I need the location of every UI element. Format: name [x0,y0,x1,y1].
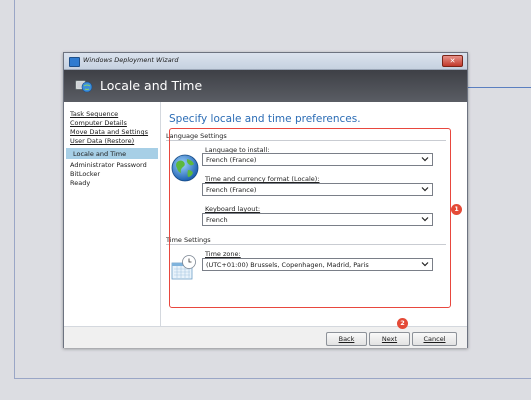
callout-badge-2: 2 [397,318,408,329]
wizard-footer: Back Next Cancel [64,326,467,348]
page-frame-bottom [14,378,531,379]
callout-connector [467,87,531,88]
nav-item-locale-and-time[interactable]: Locale and Time [73,150,126,158]
nav-item-user-data-restore[interactable]: User Data (Restore) [70,137,134,145]
page-heading: Specify locale and time preferences. [169,113,361,125]
wizard-header: Locale and Time [64,70,467,102]
wizard-nav: Task Sequence Computer Details Move Data… [64,102,161,326]
page-header-title: Locale and Time [100,78,203,93]
cancel-button[interactable]: Cancel [412,332,457,346]
app-icon [69,57,80,67]
nav-item-move-data[interactable]: Move Data and Settings [70,128,148,136]
nav-item-ready[interactable]: Ready [70,179,90,187]
page-frame-left [14,0,15,378]
close-button[interactable]: ✕ [442,55,463,67]
nav-item-administrator-password[interactable]: Administrator Password [70,161,147,169]
title-bar: Windows Deployment Wizard ✕ [64,53,467,70]
back-button[interactable]: Back [326,332,367,346]
locale-header-icon [75,78,93,96]
locale-settings-highlight [169,128,451,308]
nav-item-computer-details[interactable]: Computer Details [70,119,127,127]
window-title: Windows Deployment Wizard [83,56,179,64]
nav-item-task-sequence[interactable]: Task Sequence [70,110,118,118]
next-button[interactable]: Next [369,332,410,346]
callout-badge-1: 1 [451,204,462,215]
close-icon[interactable]: ✕ [450,57,456,65]
nav-item-bitlocker[interactable]: BitLocker [70,170,100,178]
